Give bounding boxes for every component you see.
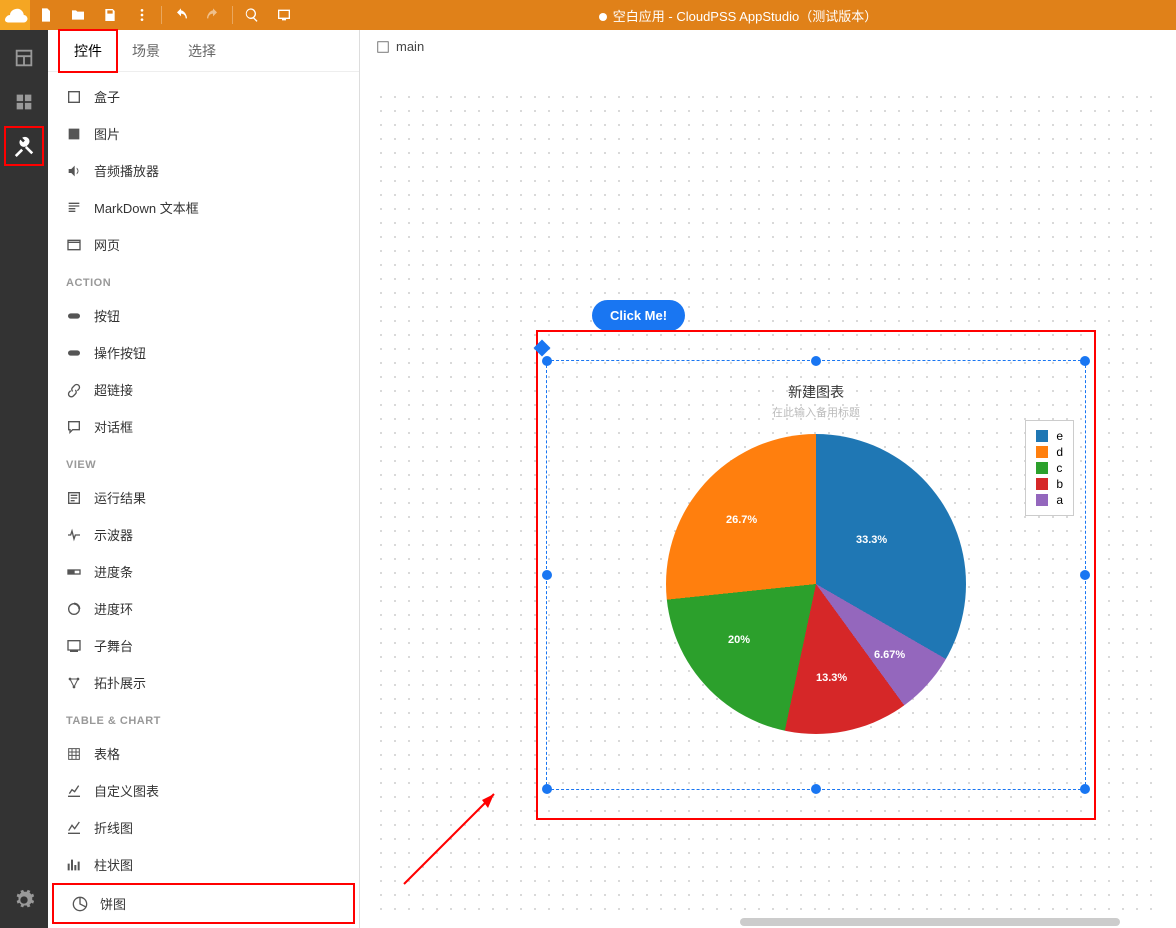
horizontal-scrollbar[interactable] [740, 918, 1120, 926]
widget-progressbar[interactable]: 进度条 [48, 553, 359, 590]
slice-label-a: 6.67% [874, 649, 905, 661]
widget-panel: 控件 场景 选择 盒子 图片 音频播放器 MarkDown 文本框 网页 ACT… [48, 30, 360, 928]
search-icon[interactable] [236, 0, 268, 30]
resize-handle[interactable] [1080, 570, 1090, 580]
rail-layout-icon[interactable] [4, 38, 44, 78]
resize-handle[interactable] [811, 784, 821, 794]
widget-topo[interactable]: 拓扑展示 [48, 664, 359, 701]
widget-result[interactable]: 运行结果 [48, 479, 359, 516]
rail-assets-icon[interactable] [4, 82, 44, 122]
widget-substage[interactable]: 子舞台 [48, 627, 359, 664]
pie-chart-component[interactable]: 新建图表 在此输入备用标题 33.3% 26.7% 20% 13.3% 6.67… [536, 330, 1096, 820]
save-icon[interactable] [94, 0, 126, 30]
resize-handle[interactable] [1080, 784, 1090, 794]
widget-opbutton[interactable]: 操作按钮 [48, 334, 359, 371]
tab-scenes[interactable]: 场景 [118, 31, 174, 71]
slice-label-d: 26.7% [726, 514, 757, 526]
widget-line-chart[interactable]: 折线图 [48, 809, 359, 846]
tab-widgets[interactable]: 控件 [58, 29, 118, 73]
widget-list[interactable]: 盒子 图片 音频播放器 MarkDown 文本框 网页 ACTION 按钮 操作… [48, 72, 359, 928]
resize-handle[interactable] [542, 570, 552, 580]
panel-tabs: 控件 场景 选择 [48, 30, 359, 72]
canvas-tab-bar: main [360, 30, 1176, 64]
slice-label-c: 20% [728, 634, 750, 646]
window-title: 空白应用 - CloudPSS AppStudio（测试版本） [300, 6, 1176, 25]
group-action: ACTION [48, 263, 359, 297]
design-canvas[interactable]: Click Me! 新建图表 在此输入备用标题 33.3% [374, 90, 1162, 914]
slice-label-e: 33.3% [856, 534, 887, 546]
pie-graphic [666, 434, 966, 734]
open-folder-icon[interactable] [62, 0, 94, 30]
group-view: VIEW [48, 445, 359, 479]
preview-icon[interactable] [268, 0, 300, 30]
widget-progressring[interactable]: 进度环 [48, 590, 359, 627]
widget-pie-chart[interactable]: 饼图 [52, 883, 355, 924]
click-me-button[interactable]: Click Me! [592, 300, 685, 331]
widget-box[interactable]: 盒子 [48, 78, 359, 115]
tab-select[interactable]: 选择 [174, 31, 230, 71]
resize-handle[interactable] [1080, 356, 1090, 366]
canvas-area: main Click Me! 新建图表 在此输入备用标题 [360, 30, 1176, 928]
widget-image[interactable]: 图片 [48, 115, 359, 152]
widget-audio[interactable]: 音频播放器 [48, 152, 359, 189]
widget-table[interactable]: 表格 [48, 735, 359, 772]
rail-settings-icon[interactable] [4, 880, 44, 920]
widget-custom-chart[interactable]: 自定义图表 [48, 772, 359, 809]
redo-icon[interactable] [197, 0, 229, 30]
widget-bar-chart[interactable]: 柱状图 [48, 846, 359, 883]
new-file-icon[interactable] [30, 0, 62, 30]
widget-dialog[interactable]: 对话框 [48, 408, 359, 445]
top-toolbar: 空白应用 - CloudPSS AppStudio（测试版本） [0, 0, 1176, 30]
chart-legend[interactable]: e d c b a [1025, 420, 1074, 516]
undo-icon[interactable] [165, 0, 197, 30]
slice-label-b: 13.3% [816, 672, 847, 684]
widget-markdown[interactable]: MarkDown 文本框 [48, 189, 359, 226]
pie-wrap: 33.3% 26.7% 20% 13.3% 6.67% [666, 434, 966, 734]
widget-scope[interactable]: 示波器 [48, 516, 359, 553]
rail-tools-icon[interactable] [4, 126, 44, 166]
annotation-arrow [394, 774, 514, 894]
widget-web[interactable]: 网页 [48, 226, 359, 263]
resize-handle[interactable] [811, 356, 821, 366]
canvas-tab-main[interactable]: main [366, 35, 434, 58]
resize-handle[interactable] [542, 784, 552, 794]
widget-link[interactable]: 超链接 [48, 371, 359, 408]
app-logo [0, 0, 30, 30]
widget-button[interactable]: 按钮 [48, 297, 359, 334]
left-rail [0, 30, 48, 928]
group-table: TABLE & CHART [48, 701, 359, 735]
more-icon[interactable] [126, 0, 158, 30]
resize-handle[interactable] [542, 356, 552, 366]
